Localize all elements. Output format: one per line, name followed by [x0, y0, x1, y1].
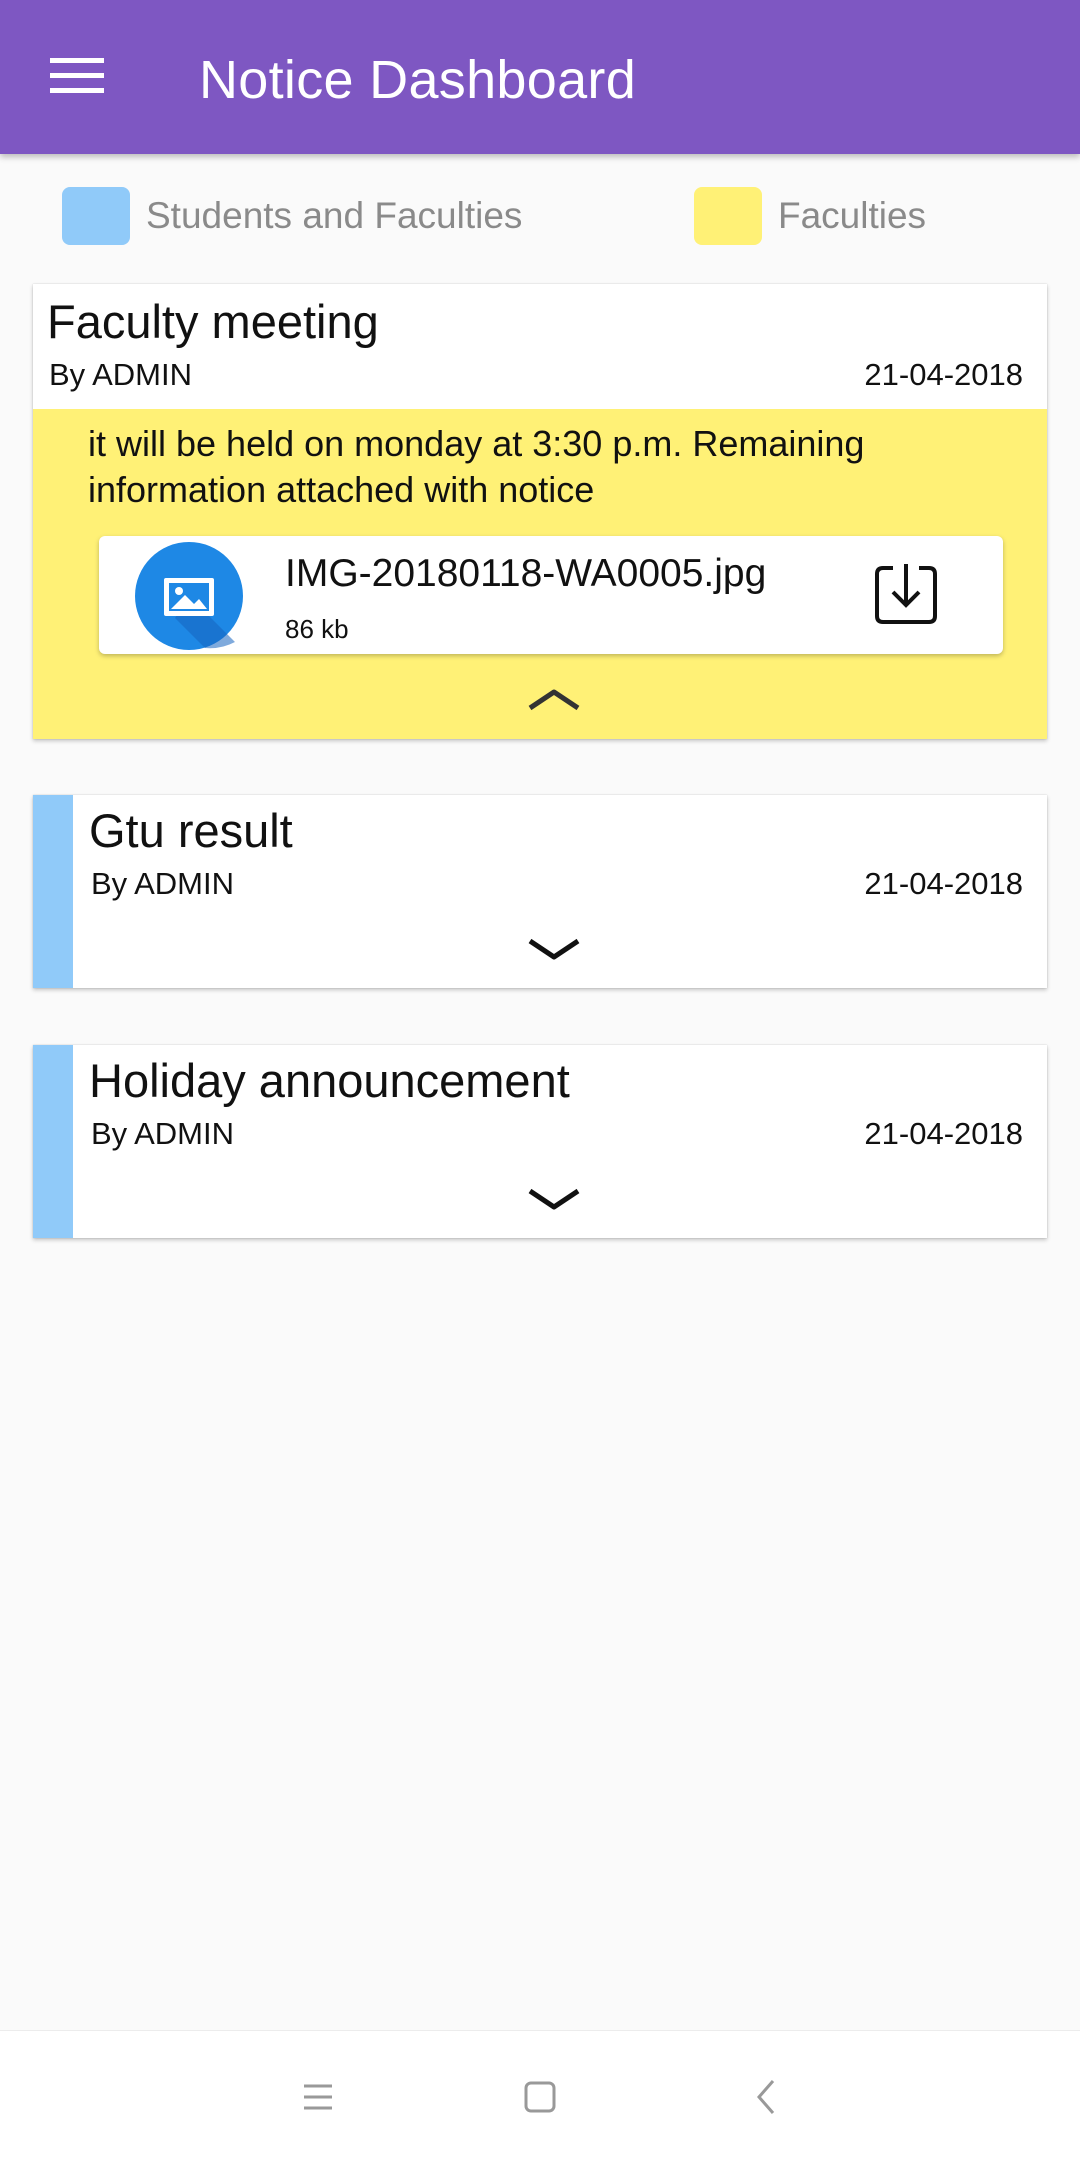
- chevron-down-icon[interactable]: [526, 1185, 582, 1215]
- notice-card-faculty-meeting[interactable]: Faculty meeting By ADMIN 21-04-2018 it w…: [33, 284, 1047, 739]
- legend-item-students-and-faculties: Students and Faculties: [62, 185, 522, 247]
- notice-date: 21-04-2018: [864, 866, 1023, 901]
- back-icon[interactable]: [739, 2069, 795, 2125]
- image-file-icon: [135, 542, 243, 650]
- page-title: Notice Dashboard: [199, 50, 637, 110]
- chevron-up-icon[interactable]: [526, 684, 582, 714]
- category-accent: [33, 1045, 73, 1238]
- notice-title: Holiday announcement: [89, 1054, 570, 1107]
- hamburger-menu-icon: [50, 58, 104, 93]
- notice-date: 21-04-2018: [864, 1116, 1023, 1151]
- chevron-down-icon[interactable]: [526, 935, 582, 965]
- recent-apps-icon[interactable]: [290, 2069, 346, 2125]
- attachment-item[interactable]: IMG-20180118-WA0005.jpg 86 kb: [99, 536, 1003, 654]
- legend-label: Students and Faculties: [146, 195, 523, 236]
- app-bar: Notice Dashboard: [0, 0, 1080, 154]
- notice-author: By ADMIN: [49, 357, 192, 392]
- legend-swatch-blue: [62, 187, 130, 245]
- notice-card-holiday-announcement[interactable]: Holiday announcement By ADMIN 21-04-2018: [33, 1045, 1047, 1238]
- notice-text: it will be held on monday at 3:30 p.m. R…: [88, 423, 865, 510]
- attachment-size: 86 kb: [285, 614, 349, 644]
- category-accent: [33, 795, 73, 988]
- legend-swatch-yellow: [694, 187, 762, 245]
- download-icon[interactable]: [871, 558, 941, 628]
- notice-title: Faculty meeting: [47, 295, 379, 348]
- notice-body: it will be held on monday at 3:30 p.m. R…: [33, 409, 1047, 739]
- attachment-name: IMG-20180118-WA0005.jpg: [285, 552, 767, 595]
- notice-author: By ADMIN: [91, 1116, 234, 1151]
- notice-author: By ADMIN: [91, 866, 234, 901]
- legend-item-faculties: Faculties: [694, 185, 926, 247]
- menu-button[interactable]: [36, 40, 118, 112]
- notice-card-gtu-result[interactable]: Gtu result By ADMIN 21-04-2018: [33, 795, 1047, 988]
- notice-date: 21-04-2018: [864, 357, 1023, 392]
- notice-title: Gtu result: [89, 804, 293, 857]
- home-icon[interactable]: [512, 2069, 568, 2125]
- legend-label: Faculties: [778, 195, 927, 236]
- system-nav-bar: [0, 2030, 1080, 2160]
